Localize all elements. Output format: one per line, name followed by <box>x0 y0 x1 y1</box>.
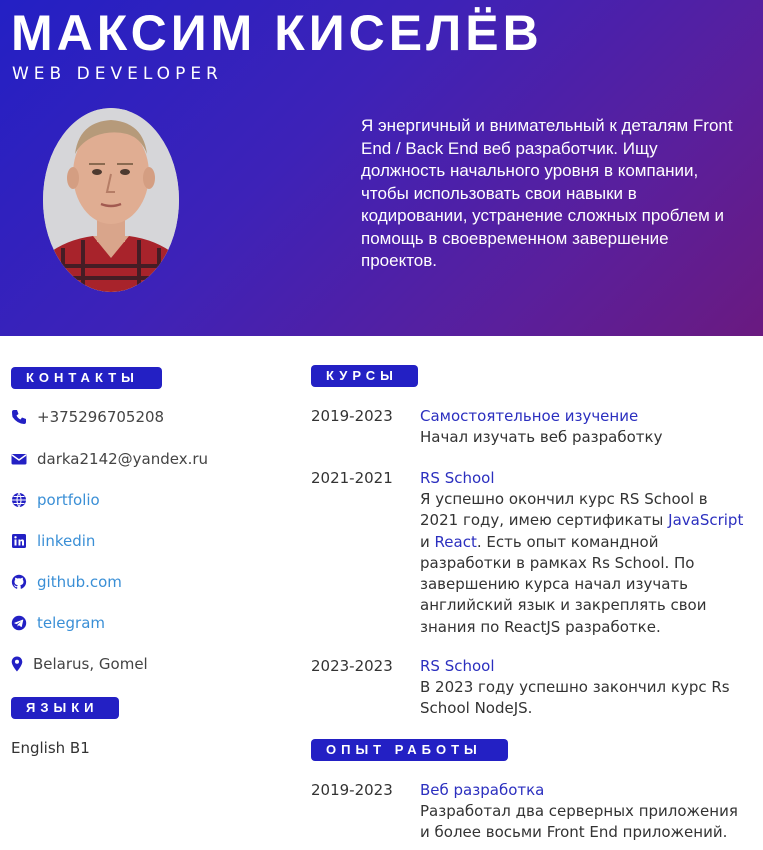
job-title: Веб разработка <box>420 781 545 799</box>
phone-text: +375296705208 <box>37 408 165 426</box>
course-years: 2023-2023 <box>311 657 393 675</box>
contact-portfolio[interactable]: portfolio <box>11 490 100 510</box>
language-item: English B1 <box>11 739 90 757</box>
github-link[interactable]: github.com <box>37 573 122 591</box>
course-description: Начал изучать веб разработку <box>420 428 663 446</box>
person-name: МАКСИМ КИСЕЛЁВ <box>11 5 543 61</box>
course-description: Я успешно окончил курс RS School в 2021 … <box>420 489 750 638</box>
section-contacts-title: КОНТАКТЫ <box>11 367 162 389</box>
contact-email[interactable]: darka2142@yandex.ru <box>11 449 208 469</box>
email-text: darka2142@yandex.ru <box>37 450 209 468</box>
avatar-photo <box>43 108 179 292</box>
globe-icon <box>11 492 27 508</box>
github-icon <box>11 574 27 590</box>
course-years: 2019-2023 <box>311 407 393 425</box>
header-banner: МАКСИМ КИСЕЛЁВ WEB DEVELOPER Я энергичны… <box>0 0 763 336</box>
map-marker-icon <box>11 656 23 672</box>
course-description: В 2023 году успешно закончил курс Rs Sch… <box>420 678 730 718</box>
contact-telegram[interactable]: telegram <box>11 613 105 633</box>
avatar <box>43 108 179 292</box>
linkedin-icon <box>11 533 27 549</box>
contact-linkedin[interactable]: linkedin <box>11 531 95 551</box>
course-title: RS School <box>420 657 495 675</box>
contact-location: Belarus, Gomel <box>11 654 148 674</box>
job-years: 2019-2023 <box>311 781 393 799</box>
react-certificate-link[interactable]: React <box>435 533 477 551</box>
course-title: RS School <box>420 469 495 487</box>
course-desc-text: Я успешно окончил курс RS School в 2021 … <box>420 490 708 530</box>
person-role: WEB DEVELOPER <box>12 64 223 84</box>
linkedin-link[interactable]: linkedin <box>37 532 95 550</box>
portfolio-link[interactable]: portfolio <box>37 491 100 509</box>
contact-phone[interactable]: +375296705208 <box>11 407 164 427</box>
contact-github[interactable]: github.com <box>11 572 122 592</box>
telegram-icon <box>11 615 27 631</box>
phone-icon <box>11 409 27 425</box>
course-years: 2021-2021 <box>311 469 393 487</box>
telegram-link[interactable]: telegram <box>37 614 105 632</box>
section-experience-title: ОПЫТ РАБОТЫ <box>311 739 508 761</box>
envelope-icon <box>11 451 27 467</box>
course-desc-text: и <box>420 532 435 551</box>
about-text: Я энергичный и внимательный к деталям Fr… <box>361 116 733 270</box>
course-title: Самостоятельное изучение <box>420 407 639 425</box>
job-description: Разработал два серверных приложения и бо… <box>420 802 738 842</box>
location-text: Belarus, Gomel <box>33 655 148 673</box>
section-courses-title: КУРСЫ <box>311 365 418 387</box>
javascript-certificate-link[interactable]: JavaScript <box>668 511 743 529</box>
section-languages-title: ЯЗЫКИ <box>11 697 119 719</box>
